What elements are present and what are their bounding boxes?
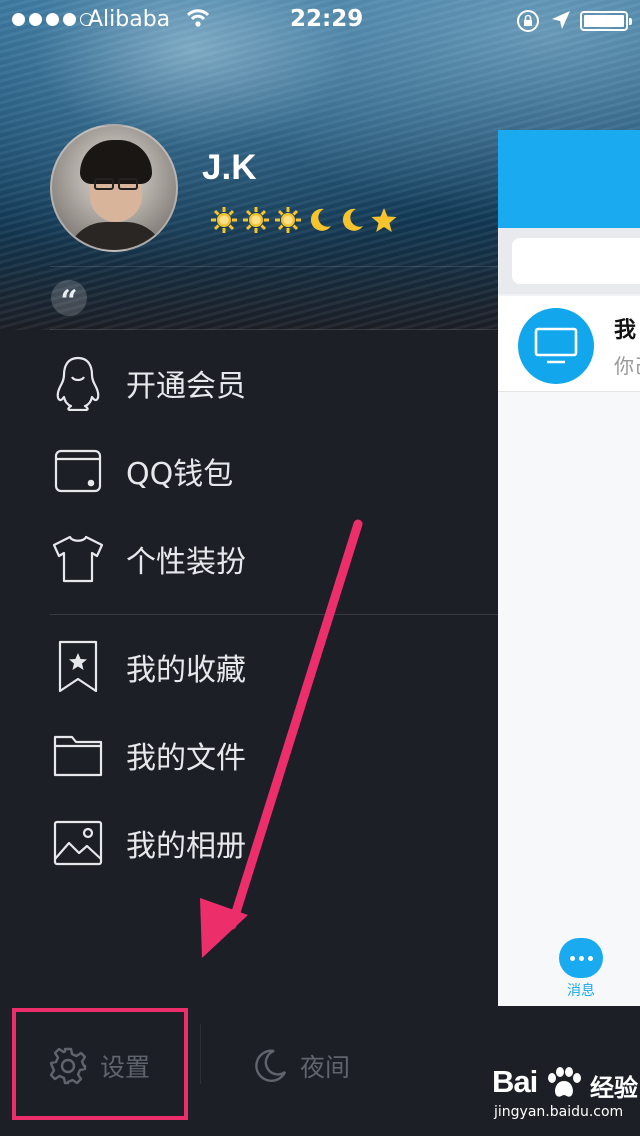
conversation-list-empty-area: [498, 392, 640, 1006]
bottom-bar-divider: [200, 1024, 201, 1084]
photo-icon: [48, 813, 108, 873]
menu-item-albums[interactable]: 我的相册: [48, 808, 498, 878]
menu-item-label: 我的文件: [126, 741, 246, 776]
menu-item-favorites[interactable]: 我的收藏: [48, 632, 498, 702]
tshirt-icon: [48, 529, 108, 589]
menu-item-wallet[interactable]: QQ钱包: [48, 436, 498, 506]
baidu-logo: Bai: [492, 1064, 538, 1099]
rotation-lock-icon: [517, 10, 539, 32]
main-conversation-panel[interactable]: 我 你己 消息: [498, 130, 640, 1006]
paw-icon: [548, 1067, 581, 1097]
watermark-url: jingyan.baidu.com: [494, 1104, 624, 1120]
sun-level-icon: [243, 207, 269, 233]
folder-icon: [48, 725, 108, 785]
sun-level-icon: [211, 207, 237, 233]
menu-item-themes[interactable]: 个性装扮: [48, 524, 498, 594]
main-header: [498, 130, 640, 228]
monitor-icon: [518, 308, 594, 384]
qq-level-badges[interactable]: [210, 206, 398, 234]
penguin-icon: [48, 353, 108, 413]
menu-item-label: 我的收藏: [126, 653, 246, 688]
baidu-jingyan-watermark: Bai 经验 jingyan.baidu.com: [492, 1064, 640, 1128]
message-bubble-icon: [559, 938, 603, 978]
tab-messages[interactable]: 消息: [556, 938, 606, 1000]
menu-divider: [50, 614, 498, 615]
avatar[interactable]: [50, 124, 178, 252]
night-mode-button[interactable]: 夜间: [252, 1044, 350, 1088]
signature-quote-icon[interactable]: “: [51, 280, 87, 319]
search-input[interactable]: [512, 238, 640, 284]
night-mode-label: 夜间: [300, 1053, 351, 1082]
conversation-preview: 你己: [614, 354, 640, 378]
signal-strength-icon: [12, 13, 93, 26]
moon-level-icon: [342, 208, 363, 231]
menu-item-vip[interactable]: 开通会员: [48, 348, 498, 418]
menu-item-label: QQ钱包: [126, 457, 234, 492]
settings-highlight-box: [12, 1008, 188, 1120]
baidu-jingyan-label: 经验: [590, 1074, 638, 1102]
menu-item-files[interactable]: 我的文件: [48, 720, 498, 790]
moon-level-icon: [310, 208, 331, 231]
username: J.K: [202, 148, 257, 187]
search-bar-area: [498, 228, 640, 294]
location-arrow-icon: [552, 11, 570, 29]
star-level-icon: [371, 208, 397, 232]
status-bar: Alibaba 22:29: [0, 0, 640, 40]
menu-item-label: 个性装扮: [126, 545, 246, 580]
header-divider: [50, 266, 498, 267]
conversation-title: 我: [614, 318, 637, 343]
bookmark-star-icon: [48, 637, 108, 697]
moon-icon: [255, 1049, 287, 1082]
carrier-name: Alibaba: [88, 7, 171, 32]
signature-divider: [50, 329, 498, 330]
battery-icon: [580, 11, 632, 31]
menu-item-label: 开通会员: [126, 369, 246, 404]
wallet-icon: [48, 441, 108, 501]
menu-item-label: 我的相册: [126, 829, 246, 864]
conversation-row[interactable]: 我 你己: [498, 296, 640, 392]
tab-messages-label: 消息: [567, 983, 595, 999]
clock-time: 22:29: [290, 6, 364, 32]
wifi-icon: [186, 9, 210, 27]
sun-level-icon: [275, 207, 301, 233]
